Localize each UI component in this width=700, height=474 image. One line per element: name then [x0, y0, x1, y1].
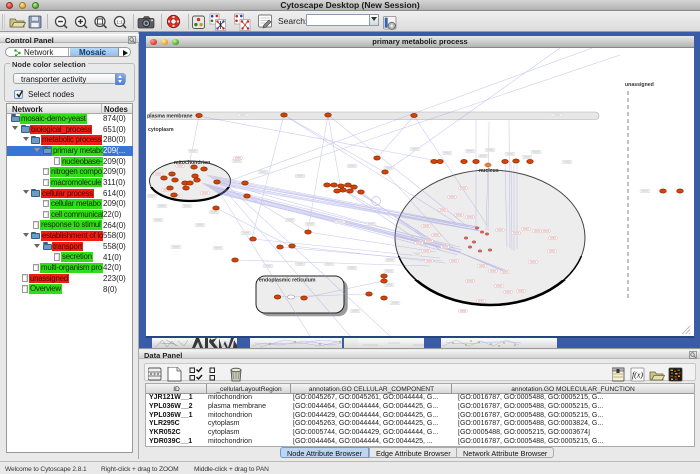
svg-text:endoplasmic reticulum: endoplasmic reticulum — [259, 278, 316, 284]
svg-text:plasma membrane: plasma membrane — [147, 114, 193, 120]
svg-text:unassigned: unassigned — [625, 82, 654, 88]
svg-text:f(x): f(x) — [632, 371, 643, 380]
svg-text:nucleus: nucleus — [479, 168, 499, 174]
svg-text:mitochondrion: mitochondrion — [174, 160, 210, 166]
svg-text:cytoplasm: cytoplasm — [148, 127, 174, 133]
